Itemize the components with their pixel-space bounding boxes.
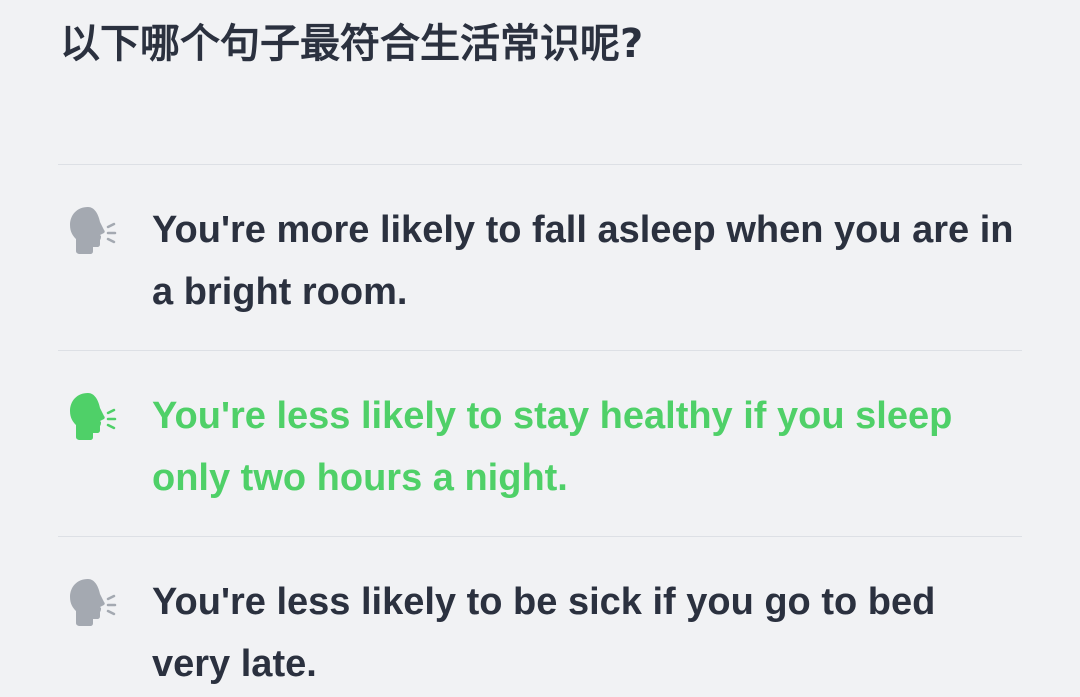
speaking-head-icon[interactable] <box>66 391 118 443</box>
answer-option-3[interactable]: You're less likely to be sick if you go … <box>58 537 1022 697</box>
speaking-head-icon[interactable] <box>66 577 118 629</box>
answer-text: You're less likely to stay healthy if yo… <box>152 395 953 499</box>
speaking-head-icon[interactable] <box>66 205 118 257</box>
answer-text: You're less likely to be sick if you go … <box>152 581 936 685</box>
answer-text: You're more likely to fall asleep when y… <box>152 209 1014 313</box>
answer-option-1[interactable]: You're more likely to fall asleep when y… <box>58 165 1022 350</box>
question-title: 以下哪个句子最符合生活常识呢? <box>60 21 644 67</box>
answer-option-2[interactable]: You're less likely to stay healthy if yo… <box>58 351 1022 536</box>
